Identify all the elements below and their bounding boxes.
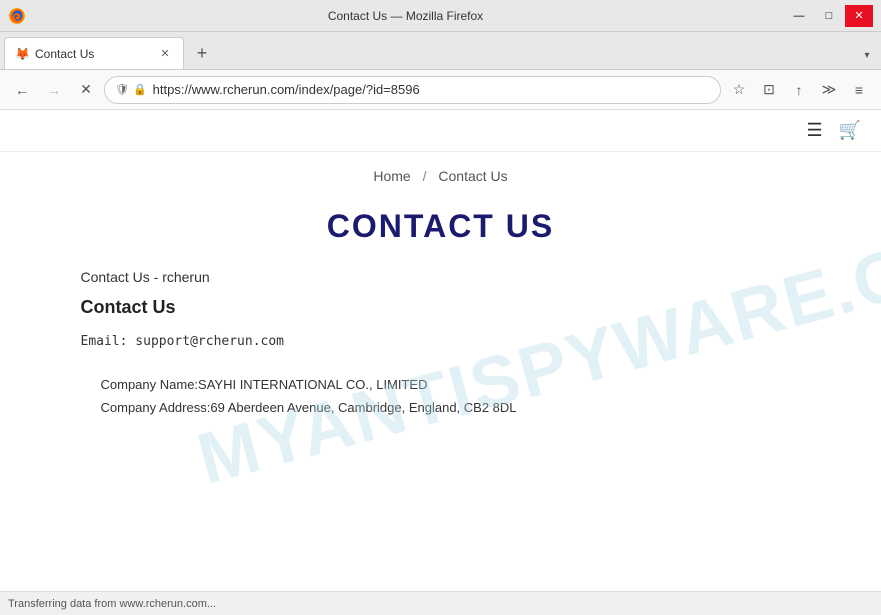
- forward-button[interactable]: →: [40, 76, 68, 104]
- tab-close-button[interactable]: ✕: [157, 46, 173, 62]
- page-content: MYANTISPYWARE.COM ☰ 🛒 Home / Contact Us …: [0, 110, 881, 591]
- email-label: Email:: [81, 334, 136, 349]
- tab-bar: 🦊 Contact Us ✕ + ▾: [0, 32, 881, 70]
- page-title: CONTACT US: [0, 192, 881, 269]
- site-header: ☰ 🛒: [0, 110, 881, 152]
- active-tab[interactable]: 🦊 Contact Us ✕: [4, 37, 184, 69]
- breadcrumb-separator: /: [423, 168, 427, 184]
- company-address-line: Company Address:69 Aberdeen Avenue, Camb…: [101, 396, 801, 419]
- breadcrumb-home-link[interactable]: Home: [373, 168, 410, 184]
- company-info: Company Name:SAYHI INTERNATIONAL CO., LI…: [81, 373, 801, 420]
- nav-right-buttons: ☆ ⊡ ↑ ≫ ≡: [725, 76, 873, 104]
- section-heading: Contact Us: [81, 297, 801, 318]
- address-security-icons: 🛡 🔒: [115, 83, 147, 96]
- status-bar: Transferring data from www.rcherun.com..…: [0, 591, 881, 615]
- extensions-button[interactable]: ≫: [815, 76, 843, 104]
- close-button[interactable]: ✕: [845, 5, 873, 27]
- bookmark-button[interactable]: ☆: [725, 76, 753, 104]
- url-text: https://www.rcherun.com/index/page/?id=8…: [153, 82, 710, 97]
- tab-title: Contact Us: [35, 47, 151, 61]
- new-tab-button[interactable]: +: [188, 39, 216, 67]
- tab-favicon-icon: 🦊: [15, 47, 29, 61]
- company-name-line: Company Name:SAYHI INTERNATIONAL CO., LI…: [101, 373, 801, 396]
- pocket-button[interactable]: ⊡: [755, 76, 783, 104]
- window-controls: — □ ✕: [785, 5, 873, 27]
- titlebar-left: [8, 7, 26, 25]
- tab-bar-right: ▾: [857, 45, 877, 69]
- reload-button[interactable]: ✕: [72, 76, 100, 104]
- lock-icon: 🔒: [133, 83, 147, 96]
- tab-dropdown-button[interactable]: ▾: [857, 45, 877, 65]
- maximize-button[interactable]: □: [815, 5, 843, 27]
- shield-icon: 🛡: [115, 83, 129, 96]
- share-button[interactable]: ↑: [785, 76, 813, 104]
- email-line: Email: support@rcherun.com: [81, 334, 801, 349]
- content-section: Contact Us - rcherun Contact Us Email: s…: [41, 269, 841, 460]
- hamburger-menu-icon[interactable]: ☰: [806, 120, 822, 141]
- breadcrumb: Home / Contact Us: [0, 152, 881, 192]
- address-bar[interactable]: 🛡 🔒 https://www.rcherun.com/index/page/?…: [104, 76, 721, 104]
- site-header-icons: ☰ 🛒: [806, 120, 861, 141]
- minimize-button[interactable]: —: [785, 5, 813, 27]
- menu-button[interactable]: ≡: [845, 76, 873, 104]
- firefox-logo-icon: [8, 7, 26, 25]
- status-text: Transferring data from www.rcherun.com..…: [8, 598, 216, 610]
- window-title: Contact Us — Mozilla Firefox: [26, 9, 785, 23]
- back-button[interactable]: ←: [8, 76, 36, 104]
- nav-bar: ← → ✕ 🛡 🔒 https://www.rcherun.com/index/…: [0, 70, 881, 110]
- email-address: support@rcherun.com: [135, 334, 284, 349]
- section-subtitle: Contact Us - rcherun: [81, 269, 801, 285]
- window-titlebar: Contact Us — Mozilla Firefox — □ ✕: [0, 0, 881, 32]
- cart-icon[interactable]: 🛒: [839, 120, 861, 141]
- breadcrumb-current: Contact Us: [438, 168, 507, 184]
